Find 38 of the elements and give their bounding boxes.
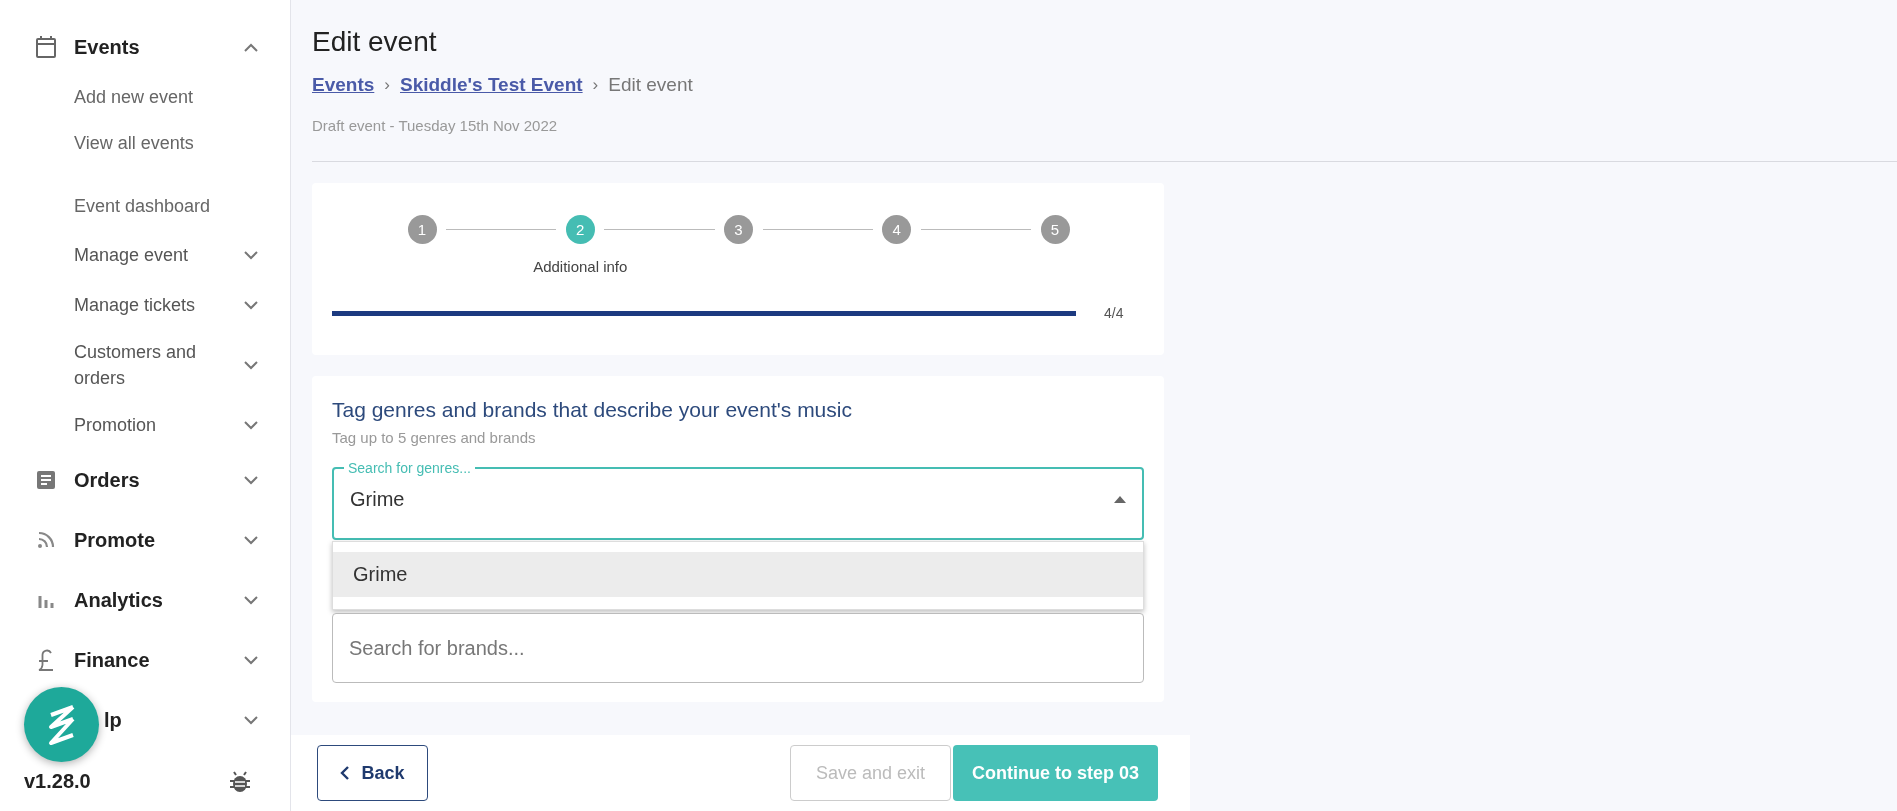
logo-icon (46, 702, 77, 747)
caret-up-icon[interactable] (1114, 495, 1126, 503)
logo-button[interactable] (24, 687, 99, 762)
nav-item[interactable]: Events (74, 35, 140, 59)
step-label: Additional info (533, 258, 628, 275)
page-title: Edit event (312, 25, 438, 59)
section-title: Tag genres and brands that describe your event's music (332, 397, 853, 423)
nav-link[interactable]: Manage event (74, 242, 189, 268)
nav-link[interactable]: View all events (74, 130, 194, 156)
calendar-icon (35, 35, 57, 59)
feed-icon (37, 531, 55, 549)
breadcrumb-separator: › (384, 75, 390, 95)
breadcrumb-separator: › (592, 75, 599, 95)
chevron-left-icon (340, 766, 350, 780)
breadcrumb-link[interactable]: Events (312, 74, 375, 96)
section-hint: Tag up to 5 genres and brands (332, 429, 537, 446)
version-label: v1.28.0 (24, 770, 91, 793)
nav-link[interactable]: Promotion (74, 412, 157, 438)
breadcrumb-current: Edit event (608, 74, 693, 96)
genre-search-field[interactable]: Search for genres... Grime (332, 460, 1144, 540)
nav-item[interactable]: Analytics (74, 588, 163, 612)
event-status: Draft event - Tuesday 15th Nov 2022 (312, 117, 559, 136)
breadcrumb-link[interactable]: Skiddle's Test Event (400, 74, 583, 96)
nav-item[interactable]: Finance (74, 648, 150, 672)
dropdown-option[interactable]: Grime (333, 552, 1143, 597)
nav-item[interactable]: Orders (74, 468, 140, 492)
back-button[interactable]: Back (317, 745, 428, 801)
progress-reading: 4/4 (1104, 305, 1124, 321)
nav-item[interactable]: lp (104, 708, 122, 732)
nav-link[interactable]: Add new event (74, 84, 194, 110)
brand-search-field[interactable]: Search for brands... (332, 613, 1144, 683)
nav-link[interactable]: Event dashboard (74, 193, 211, 219)
nav-link[interactable]: Customers and orders (74, 339, 214, 391)
document-icon (36, 470, 56, 490)
nav-item[interactable]: Promote (74, 528, 156, 552)
bug-icon[interactable] (230, 770, 250, 793)
pound-icon (37, 648, 55, 672)
nav-link[interactable]: Manage tickets (74, 292, 196, 318)
